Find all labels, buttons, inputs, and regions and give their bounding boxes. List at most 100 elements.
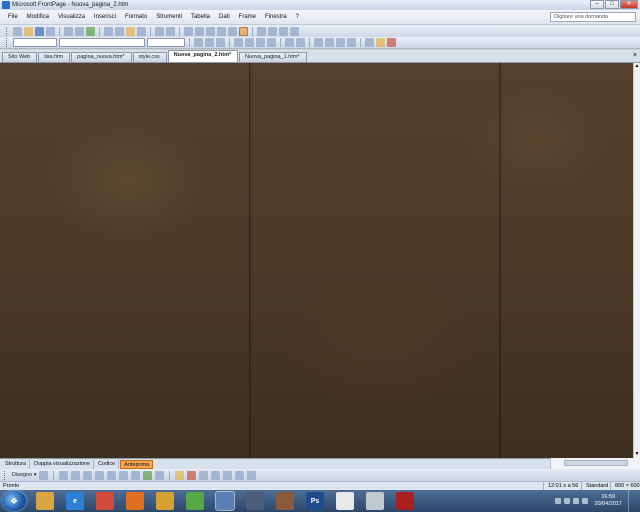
format-painter-icon[interactable] (137, 26, 146, 36)
app-icon[interactable] (246, 492, 264, 510)
maximize-button[interactable]: □ (605, 0, 619, 9)
dash-style-icon[interactable] (211, 470, 221, 480)
oval-icon[interactable] (107, 470, 117, 480)
preview-icon[interactable] (75, 26, 84, 36)
toolbar-grip[interactable] (6, 38, 9, 47)
increase-indent-icon[interactable] (347, 38, 356, 47)
flag-icon[interactable] (582, 498, 589, 504)
drawing-menu[interactable]: Disegno ▾ (12, 472, 36, 478)
network-icon[interactable] (564, 498, 571, 504)
app-icon[interactable] (396, 492, 414, 510)
page-design-canvas[interactable] (0, 63, 633, 458)
menu-strumenti[interactable]: Strumenti (156, 14, 182, 20)
clock[interactable]: 16:59 20/04/2017 (594, 494, 622, 508)
folder-icon[interactable] (36, 492, 54, 510)
menu-file[interactable]: File (8, 14, 18, 20)
paste-icon[interactable] (126, 26, 135, 36)
view-preview-button[interactable]: Anteprima (120, 459, 154, 469)
menu-inserisci[interactable]: Inserisci (94, 14, 116, 20)
horizontal-scrollbar[interactable] (550, 458, 640, 469)
open-folder-icon[interactable] (24, 26, 33, 36)
hyperlink-icon[interactable] (239, 26, 248, 36)
numbering-icon[interactable] (314, 38, 323, 47)
app-icon[interactable] (336, 492, 354, 510)
app-icon[interactable] (276, 492, 294, 510)
menu-frame[interactable]: Frame (239, 14, 256, 20)
bullets-icon[interactable] (325, 38, 334, 47)
rectangle-icon[interactable] (95, 470, 105, 480)
horizontal-scroll-thumb[interactable] (564, 460, 628, 466)
photoshop-icon[interactable]: Ps (306, 492, 324, 510)
show-all-icon[interactable] (279, 26, 288, 36)
tab-nuova-pagina-1[interactable]: Nuova_pagina_1.htm* (239, 52, 307, 62)
menu-visualizza[interactable]: Visualizza (58, 14, 85, 20)
help-icon[interactable] (290, 26, 299, 36)
style-dropdown[interactable] (13, 38, 57, 47)
clipart-icon[interactable] (143, 470, 153, 480)
insert-picture-icon[interactable] (217, 26, 226, 36)
arrow-icon[interactable] (83, 470, 93, 480)
menu-formato[interactable]: Formato (125, 14, 147, 20)
copy-icon[interactable] (115, 26, 124, 36)
toolbar-grip[interactable] (4, 470, 7, 480)
tab-lisa[interactable]: lisa.htm (38, 52, 71, 62)
menu-tabella[interactable]: Tabella (191, 14, 210, 20)
line-color-icon[interactable] (187, 470, 197, 480)
align-left-icon[interactable] (234, 38, 243, 47)
publish-icon[interactable] (46, 26, 55, 36)
redo-icon[interactable] (166, 26, 175, 36)
line-icon[interactable] (71, 470, 81, 480)
insert-table-icon[interactable] (195, 26, 204, 36)
3d-icon[interactable] (247, 470, 257, 480)
decrease-font-icon[interactable] (296, 38, 305, 47)
wordart-icon[interactable] (131, 470, 141, 480)
insert-layer-icon[interactable] (206, 26, 215, 36)
increase-font-icon[interactable] (285, 38, 294, 47)
highlight-color-icon[interactable] (376, 38, 385, 47)
tab-nuova-pagina-2[interactable]: Nuova_pagina_2.htm* (167, 50, 239, 62)
print-icon[interactable] (64, 26, 73, 36)
bold-icon[interactable] (194, 38, 203, 47)
start-button[interactable]: ❖ (2, 491, 26, 511)
align-right-icon[interactable] (256, 38, 265, 47)
firefox-icon[interactable] (126, 492, 144, 510)
picture-icon[interactable] (155, 470, 165, 480)
tab-pagina-nuova[interactable]: pagina_nuova.htm* (71, 52, 132, 62)
view-code-button[interactable]: Codice (95, 459, 120, 469)
menu-modifica[interactable]: Modifica (27, 14, 49, 20)
line-style-icon[interactable] (199, 470, 209, 480)
new-page-icon[interactable] (13, 26, 22, 36)
drawing-icon[interactable] (228, 26, 237, 36)
view-design-button[interactable]: Struttura (2, 459, 31, 469)
close-document-icon[interactable]: × (633, 52, 637, 60)
spelling-icon[interactable] (86, 26, 95, 36)
italic-icon[interactable] (205, 38, 214, 47)
toolbar-grip[interactable] (6, 26, 9, 36)
select-pointer-icon[interactable] (39, 470, 49, 480)
fill-color-icon[interactable] (175, 470, 185, 480)
tray-arrow-icon[interactable] (555, 498, 562, 504)
borders-icon[interactable] (365, 38, 374, 47)
status-mode[interactable]: Standard (581, 482, 612, 490)
help-question-input[interactable]: Digitare una domanda (550, 12, 636, 22)
autoshapes-icon[interactable] (59, 470, 69, 480)
minimize-button[interactable]: – (590, 0, 604, 9)
cut-icon[interactable] (104, 26, 113, 36)
view-split-button[interactable]: Doppia visualizzazione (31, 459, 95, 469)
font-color-icon[interactable] (387, 38, 396, 47)
frontpage-icon[interactable] (215, 491, 235, 511)
font-dropdown[interactable] (59, 38, 145, 47)
save-icon[interactable] (35, 26, 44, 36)
stop-icon[interactable] (268, 26, 277, 36)
app-green-icon[interactable] (186, 492, 204, 510)
web-component-icon[interactable] (184, 26, 193, 36)
vertical-scrollbar[interactable]: ▲ ▼ (633, 63, 640, 458)
menu-finestra[interactable]: Finestra (265, 14, 287, 20)
internet-explorer-icon[interactable]: e (66, 492, 84, 510)
refresh-icon[interactable] (257, 26, 266, 36)
decrease-indent-icon[interactable] (336, 38, 345, 47)
scroll-up-icon[interactable]: ▲ (634, 63, 640, 70)
scroll-down-icon[interactable]: ▼ (634, 451, 640, 458)
close-button[interactable]: ✕ (620, 0, 638, 9)
app-icon[interactable] (156, 492, 174, 510)
